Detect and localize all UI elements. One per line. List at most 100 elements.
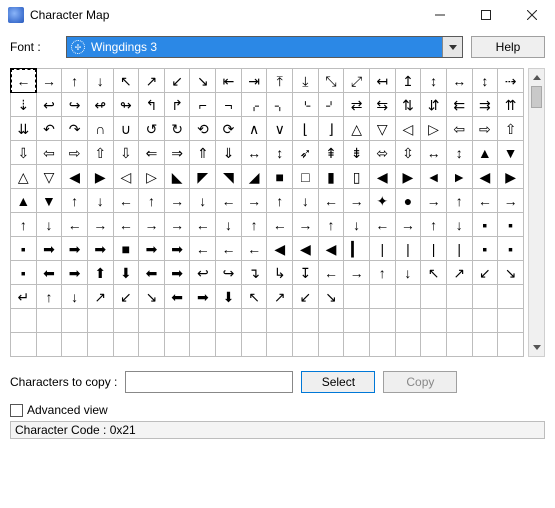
character-cell[interactable]: ▪ [11, 237, 37, 261]
character-cell[interactable] [369, 309, 395, 333]
help-button[interactable]: Help [471, 36, 545, 58]
character-cell[interactable]: ► [446, 165, 472, 189]
character-cell[interactable]: ← [11, 69, 37, 93]
character-cell[interactable]: ⬅ [139, 261, 165, 285]
character-cell[interactable]: ← [113, 189, 139, 213]
character-cell[interactable]: ⬄ [369, 141, 395, 165]
character-cell[interactable] [472, 309, 498, 333]
character-cell[interactable] [369, 333, 395, 357]
character-cell[interactable]: ⇥ [241, 69, 267, 93]
character-cell[interactable]: ← [267, 213, 293, 237]
character-cell[interactable]: ▯ [344, 165, 370, 189]
character-cell[interactable]: ⤒ [267, 69, 293, 93]
character-cell[interactable]: ⇦ [446, 117, 472, 141]
character-cell[interactable]: ⇵ [421, 93, 447, 117]
character-cell[interactable]: △ [344, 117, 370, 141]
close-button[interactable] [509, 0, 555, 30]
character-cell[interactable] [36, 309, 62, 333]
character-cell[interactable]: ↓ [190, 189, 216, 213]
character-cell[interactable]: ← [318, 261, 344, 285]
character-cell[interactable]: | [369, 237, 395, 261]
character-cell[interactable]: ↓ [395, 261, 421, 285]
character-cell[interactable]: ↑ [369, 261, 395, 285]
character-cell[interactable]: ▲ [11, 189, 37, 213]
character-cell[interactable] [446, 285, 472, 309]
character-cell[interactable]: ↗ [267, 285, 293, 309]
character-cell[interactable]: → [421, 189, 447, 213]
character-cell[interactable]: ↑ [139, 189, 165, 213]
character-cell[interactable] [11, 333, 37, 357]
scroll-down-button[interactable] [529, 339, 544, 356]
character-cell[interactable]: ↤ [369, 69, 395, 93]
character-cell[interactable] [293, 309, 319, 333]
character-cell[interactable] [139, 333, 165, 357]
character-cell[interactable]: ∪ [113, 117, 139, 141]
character-cell[interactable]: ⇧ [87, 141, 113, 165]
character-cell[interactable] [113, 333, 139, 357]
character-cell[interactable]: ↑ [421, 213, 447, 237]
character-cell[interactable]: ⌏ [318, 93, 344, 117]
character-cell[interactable]: ⇩ [11, 141, 37, 165]
character-cell[interactable]: ▪ [472, 213, 498, 237]
character-cell[interactable]: ⇐ [139, 141, 165, 165]
character-cell[interactable] [164, 309, 190, 333]
vertical-scrollbar[interactable] [528, 68, 545, 357]
copy-button[interactable]: Copy [383, 371, 457, 393]
character-cell[interactable]: ⇆ [369, 93, 395, 117]
character-cell[interactable]: ▼ [36, 189, 62, 213]
character-cell[interactable]: → [293, 213, 319, 237]
character-cell[interactable]: ◣ [164, 165, 190, 189]
character-cell[interactable] [36, 333, 62, 357]
character-cell[interactable]: | [421, 237, 447, 261]
character-cell[interactable]: ↧ [293, 261, 319, 285]
character-cell[interactable]: ↔ [446, 69, 472, 93]
advanced-view-checkbox[interactable] [10, 404, 23, 417]
character-cell[interactable]: ↕ [267, 141, 293, 165]
character-cell[interactable]: ⇧ [498, 117, 524, 141]
character-cell[interactable]: ◢ [241, 165, 267, 189]
character-cell[interactable]: ▪ [472, 237, 498, 261]
character-cell[interactable]: ∩ [87, 117, 113, 141]
character-cell[interactable]: ↰ [139, 93, 165, 117]
character-cell[interactable] [318, 333, 344, 357]
character-cell[interactable]: ↪ [62, 93, 88, 117]
character-cell[interactable]: ◁ [113, 165, 139, 189]
character-cell[interactable]: ← [62, 213, 88, 237]
character-cell[interactable]: ▶ [395, 165, 421, 189]
character-cell[interactable] [62, 309, 88, 333]
character-cell[interactable]: ↑ [36, 285, 62, 309]
character-cell[interactable] [139, 309, 165, 333]
character-cell[interactable]: ↓ [446, 213, 472, 237]
character-cell[interactable] [293, 333, 319, 357]
character-cell[interactable]: ↳ [267, 261, 293, 285]
character-cell[interactable]: ↑ [446, 189, 472, 213]
character-cell[interactable]: ↑ [11, 213, 37, 237]
font-dropdown-button[interactable] [442, 37, 462, 57]
character-cell[interactable]: ↘ [139, 285, 165, 309]
character-cell[interactable]: ▽ [36, 165, 62, 189]
character-cell[interactable]: ➶ [293, 141, 319, 165]
character-cell[interactable] [344, 333, 370, 357]
character-cell[interactable]: ◥ [216, 165, 242, 189]
character-cell[interactable] [87, 309, 113, 333]
character-cell[interactable]: ⌍ [267, 93, 293, 117]
character-cell[interactable]: ↓ [87, 189, 113, 213]
character-cell[interactable]: ⇒ [164, 141, 190, 165]
character-cell[interactable]: ↓ [216, 213, 242, 237]
character-cell[interactable]: ■ [113, 237, 139, 261]
character-cell[interactable]: ⇓ [216, 141, 242, 165]
character-cell[interactable]: ⤡ [318, 69, 344, 93]
character-cell[interactable]: ↩ [36, 93, 62, 117]
character-cell[interactable]: ↖ [241, 285, 267, 309]
character-cell[interactable]: → [164, 189, 190, 213]
character-cell[interactable]: ◀ [267, 237, 293, 261]
character-cell[interactable]: → [344, 261, 370, 285]
character-cell[interactable]: ⤓ [293, 69, 319, 93]
character-cell[interactable] [498, 285, 524, 309]
select-button[interactable]: Select [301, 371, 375, 393]
character-cell[interactable]: ↖ [113, 69, 139, 93]
scroll-thumb[interactable] [531, 86, 542, 108]
character-cell[interactable] [216, 333, 242, 357]
character-cell[interactable] [421, 309, 447, 333]
character-cell[interactable]: ➡ [190, 285, 216, 309]
